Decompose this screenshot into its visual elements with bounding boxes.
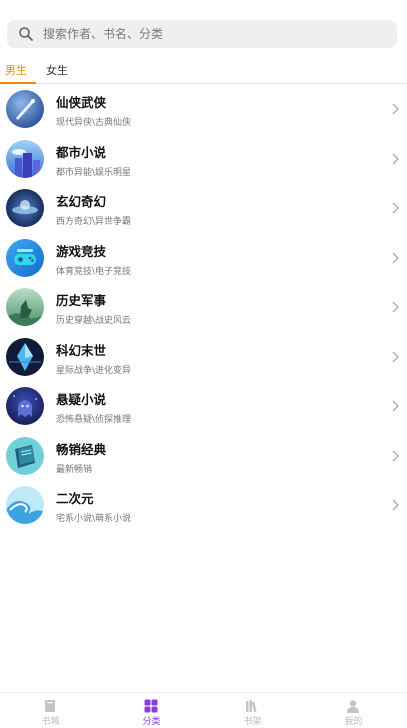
chevron-right-icon <box>392 252 399 263</box>
nav-label: 分类 <box>142 717 161 727</box>
category-subtitle: 恐怖悬疑\侦探推理 <box>56 415 132 425</box>
category-subtitle: 西方奇幻\异世争霸 <box>56 217 132 227</box>
category-item-anime[interactable]: 二次元 宅系小说\萌系小说 <box>0 481 407 531</box>
xianxia-icon <box>6 90 44 128</box>
category-item-urban[interactable]: 都市小说 都市异能\娱乐明星 <box>0 135 407 185</box>
grid-icon <box>144 699 158 713</box>
ghost-icon <box>6 387 44 425</box>
nav-bookshelf[interactable]: 书架 <box>202 693 303 728</box>
user-icon <box>347 700 359 713</box>
category-title: 二次元 <box>56 491 94 506</box>
chevron-right-icon <box>392 450 399 461</box>
category-item-gaming[interactable]: 游戏竞技 体育竞技\电子竞技 <box>0 234 407 284</box>
category-subtitle: 历史穿越\战史风云 <box>56 316 132 326</box>
urban-icon <box>6 139 44 178</box>
chevron-right-icon <box>392 301 399 313</box>
active-tab-indicator <box>0 82 36 84</box>
category-list: 仙侠武侠 现代异侠\古典仙侠 都市小说 都市异能\娱乐明星 玄幻奇幻 西方奇幻\… <box>0 85 407 531</box>
nav-label: 书架 <box>243 717 262 727</box>
book-icon <box>6 436 44 475</box>
nav-bookstore[interactable]: 书城 <box>0 693 101 728</box>
search-input[interactable] <box>43 20 383 48</box>
fantasy-icon <box>6 189 44 227</box>
book-icon <box>45 700 55 712</box>
chevron-right-icon <box>392 103 399 115</box>
history-icon <box>6 288 44 326</box>
category-item-scifi[interactable]: 科幻末世 星际战争\进化变异 <box>0 333 407 383</box>
category-subtitle: 现代异侠\古典仙侠 <box>56 118 132 128</box>
search-bar[interactable] <box>7 20 397 48</box>
category-item-fantasy[interactable]: 玄幻奇幻 西方奇幻\异世争霸 <box>0 184 407 234</box>
bookshelf-icon <box>246 700 257 713</box>
category-item-mystery[interactable]: 悬疑小说 恐怖悬疑\侦探推理 <box>0 382 407 432</box>
nav-label: 书城 <box>41 717 60 727</box>
nav-profile[interactable]: 我的 <box>303 693 404 728</box>
wave-icon <box>6 486 44 524</box>
category-title: 悬疑小说 <box>56 392 107 407</box>
category-item-history[interactable]: 历史军事 历史穿越\战史风云 <box>0 283 407 333</box>
category-item-xianxia[interactable]: 仙侠武侠 现代异侠\古典仙侠 <box>0 85 407 135</box>
chevron-right-icon <box>392 202 399 214</box>
category-subtitle: 星际战争\进化变异 <box>56 365 132 376</box>
bottom-nav: 书城 分类 书架 我的 <box>0 692 407 728</box>
gamepad-icon <box>6 238 44 277</box>
nav-category[interactable]: 分类 <box>101 693 202 728</box>
category-title: 畅销经典 <box>56 441 107 457</box>
category-item-bestseller[interactable]: 畅销经典 最新畅销 <box>0 432 407 482</box>
category-subtitle: 体育竞技\电子竞技 <box>56 266 132 277</box>
category-subtitle: 最新畅销 <box>56 464 93 475</box>
search-icon <box>19 27 33 41</box>
tab-male[interactable]: 男生 <box>5 64 27 84</box>
chevron-right-icon <box>392 499 399 511</box>
category-title: 玄幻奇幻 <box>56 194 107 209</box>
category-title: 科幻末世 <box>56 342 107 358</box>
gender-tabs: 男生 女生 <box>0 60 407 84</box>
category-subtitle: 宅系小说\萌系小说 <box>56 514 132 524</box>
chevron-right-icon <box>392 400 399 412</box>
category-subtitle: 都市异能\娱乐明星 <box>56 167 132 178</box>
crystal-icon <box>6 337 44 376</box>
category-title: 仙侠武侠 <box>56 95 107 110</box>
category-title: 历史军事 <box>56 293 107 308</box>
nav-label: 我的 <box>344 717 363 727</box>
chevron-right-icon <box>392 153 399 164</box>
category-title: 都市小说 <box>56 144 107 160</box>
tab-female[interactable]: 女生 <box>46 64 68 84</box>
category-title: 游戏竞技 <box>56 243 107 259</box>
chevron-right-icon <box>392 351 399 362</box>
